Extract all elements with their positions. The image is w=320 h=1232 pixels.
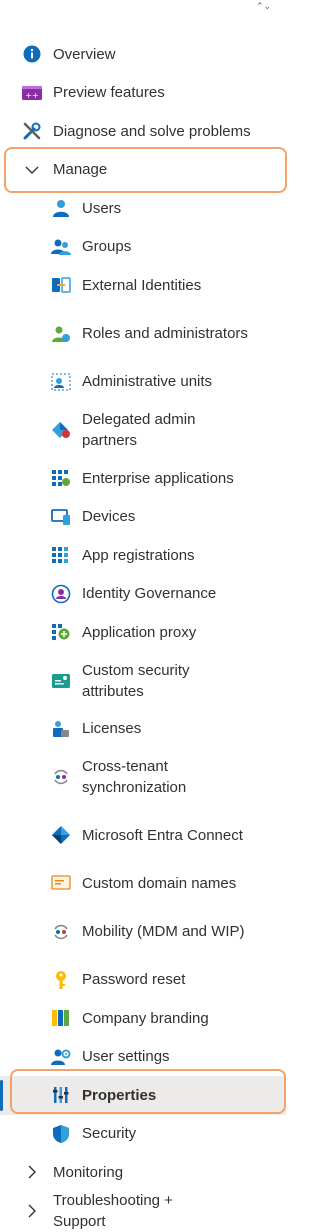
nav-label: Cross-tenant synchronization bbox=[82, 758, 187, 796]
nav-label: Overview bbox=[53, 45, 116, 63]
nav-item-preview-features[interactable]: ++ Preview features bbox=[0, 74, 286, 113]
custom-security-attributes-icon bbox=[51, 671, 71, 691]
nav-label: Application proxy bbox=[82, 623, 197, 641]
nav-label: Diagnose and solve problems bbox=[53, 122, 251, 140]
nav-label: Password reset bbox=[82, 971, 186, 989]
application-proxy-icon bbox=[51, 622, 71, 642]
mobility-icon bbox=[51, 922, 71, 942]
nav-group-troubleshooting[interactable]: Troubleshooting + Support bbox=[0, 1192, 286, 1231]
shield-icon bbox=[51, 1124, 71, 1144]
nav-item-identity-governance[interactable]: Identity Governance bbox=[0, 575, 286, 614]
licenses-icon bbox=[51, 719, 71, 739]
nav-label: Security bbox=[82, 1125, 137, 1143]
nav-label: Mobility (MDM and WIP) bbox=[82, 923, 245, 940]
nav-item-devices[interactable]: Devices bbox=[0, 498, 286, 537]
nav-label: Roles and administrators bbox=[82, 325, 248, 342]
nav-item-application-proxy[interactable]: Application proxy bbox=[0, 613, 286, 652]
nav-label: Manage bbox=[53, 161, 108, 179]
nav-item-overview[interactable]: Overview bbox=[0, 35, 286, 74]
nav-label: Troubleshooting + Support bbox=[53, 1191, 173, 1230]
nav-label: Company branding bbox=[82, 1009, 209, 1027]
nav-item-user-settings[interactable]: User settings bbox=[0, 1038, 286, 1077]
nav-label: Identity Governance bbox=[82, 585, 217, 603]
nav-group-manage[interactable]: Manage bbox=[0, 151, 286, 190]
nav-label: Preview features bbox=[53, 84, 165, 102]
nav-label: Enterprise applications bbox=[82, 469, 234, 487]
chevron-right-icon bbox=[22, 1165, 42, 1179]
user-icon bbox=[51, 198, 71, 218]
nav-label: Groups bbox=[82, 238, 132, 256]
nav-item-groups[interactable]: Groups bbox=[0, 228, 286, 267]
roles-icon bbox=[51, 324, 71, 344]
nav-label: External Identities bbox=[82, 276, 202, 294]
groups-icon bbox=[51, 237, 71, 257]
nav-item-app-registrations[interactable]: App registrations bbox=[0, 536, 286, 575]
nav-item-mobility[interactable]: Mobility (MDM and WIP) bbox=[0, 903, 286, 961]
preview-features-icon: ++ bbox=[22, 83, 42, 103]
enterprise-applications-icon bbox=[51, 468, 71, 488]
devices-icon bbox=[51, 507, 71, 527]
nav-item-cross-tenant-synchronization[interactable]: Cross-tenant synchronization bbox=[0, 748, 286, 806]
nav-item-administrative-units[interactable]: Administrative units bbox=[0, 363, 286, 402]
nav-item-users[interactable]: Users bbox=[0, 189, 286, 228]
nav-item-company-branding[interactable]: Company branding bbox=[0, 999, 286, 1038]
entra-connect-icon bbox=[51, 825, 71, 845]
info-icon bbox=[22, 44, 42, 64]
nav-item-diagnose[interactable]: Diagnose and solve problems bbox=[0, 112, 286, 151]
wrench-icon bbox=[22, 121, 42, 141]
identity-governance-icon bbox=[51, 584, 71, 604]
chevron-right-icon bbox=[22, 1204, 42, 1218]
nav-group-monitoring[interactable]: Monitoring bbox=[0, 1153, 286, 1192]
chevron-down-icon bbox=[22, 165, 42, 175]
nav-item-external-identities[interactable]: External Identities bbox=[0, 266, 286, 305]
key-icon bbox=[51, 970, 71, 990]
nav-item-password-reset[interactable]: Password reset bbox=[0, 961, 286, 1000]
nav-item-custom-domain-names[interactable]: Custom domain names bbox=[0, 864, 286, 903]
nav-label: Administrative units bbox=[82, 373, 213, 391]
nav-item-roles-and-administrators[interactable]: Roles and administrators bbox=[0, 305, 286, 363]
nav-item-licenses[interactable]: Licenses bbox=[0, 710, 286, 749]
domain-names-icon bbox=[51, 873, 71, 893]
nav-label: Monitoring bbox=[53, 1163, 124, 1181]
nav-label: Licenses bbox=[82, 720, 142, 738]
nav-label: Users bbox=[82, 199, 122, 217]
selected-indicator bbox=[0, 1080, 3, 1111]
nav-item-enterprise-applications[interactable]: Enterprise applications bbox=[0, 459, 286, 498]
user-settings-icon bbox=[51, 1047, 71, 1067]
nav-label: Devices bbox=[82, 508, 136, 526]
scroll-caret-icon[interactable]: ⌃⌄ bbox=[256, 2, 271, 18]
nav-label: User settings bbox=[82, 1048, 170, 1066]
app-registrations-icon bbox=[51, 545, 71, 565]
nav-item-properties[interactable]: Properties bbox=[0, 1076, 286, 1115]
nav-item-custom-security-attributes[interactable]: Custom security attributes bbox=[0, 652, 286, 710]
nav-label: Delegated admin partners bbox=[82, 411, 196, 449]
company-branding-icon bbox=[51, 1008, 71, 1028]
nav-item-entra-connect[interactable]: Microsoft Entra Connect bbox=[0, 806, 286, 864]
nav-label: Properties bbox=[82, 1086, 157, 1104]
nav-item-delegated-admin-partners[interactable]: Delegated admin partners bbox=[0, 401, 286, 459]
sync-icon bbox=[51, 767, 71, 787]
nav-label: App registrations bbox=[82, 546, 195, 564]
nav-label: Microsoft Entra Connect bbox=[82, 826, 243, 844]
external-identities-icon bbox=[51, 275, 71, 295]
nav-item-security[interactable]: Security bbox=[0, 1115, 286, 1154]
administrative-units-icon bbox=[51, 372, 71, 392]
properties-icon bbox=[51, 1085, 71, 1105]
left-navigation: Overview ++ Preview features Diagnose an… bbox=[0, 35, 286, 1230]
nav-label: Custom security attributes bbox=[82, 661, 190, 700]
nav-label: Custom domain names bbox=[82, 874, 237, 892]
delegated-admin-icon bbox=[51, 420, 71, 440]
svg-text:++: ++ bbox=[25, 91, 38, 100]
